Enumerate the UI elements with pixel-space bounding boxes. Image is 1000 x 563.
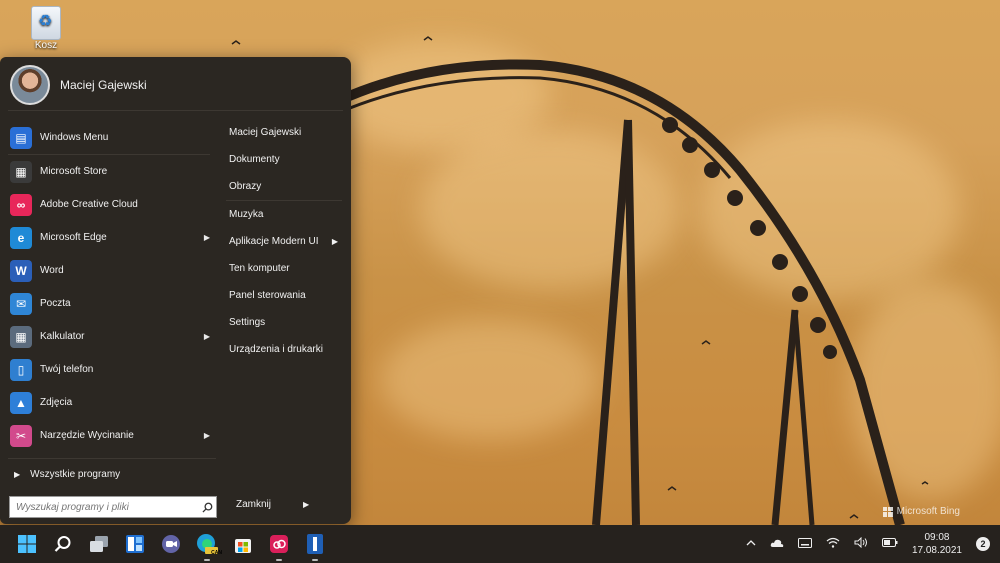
clock[interactable]: 09:08 17.08.2021	[912, 531, 962, 557]
place-item-muzyka[interactable]: Muzyka	[222, 201, 342, 228]
shutdown-button[interactable]: Zamknij ▶	[236, 499, 309, 510]
menu-item-zdjęcia[interactable]: ▲ Zdjęcia	[0, 386, 216, 419]
submenu-arrow-icon: ▶	[203, 332, 210, 341]
menu-item-twój-telefon[interactable]: ▯ Twój telefon	[0, 353, 216, 386]
mail-icon: ✉	[10, 292, 32, 315]
battery-icon[interactable]	[881, 538, 898, 550]
taskbar: CAN 09:08 17.08.2021 2	[0, 525, 1000, 563]
menu-item-adobe-creative-cloud[interactable]: ∞ Adobe Creative Cloud	[0, 188, 216, 221]
triangle-right-icon[interactable]: ▶	[303, 500, 309, 509]
wifi-icon[interactable]	[826, 537, 840, 551]
place-item-settings[interactable]: Settings	[222, 309, 342, 336]
place-item-label: Obrazy	[229, 181, 262, 192]
triangle-right-icon: ▶	[14, 470, 21, 479]
places-list: Maciej Gajewski Dokumenty Obrazy Muzyka Apli…	[222, 119, 342, 363]
menu-item-word[interactable]: W Word	[0, 254, 216, 287]
search-input[interactable]	[10, 500, 198, 514]
widgets-icon[interactable]	[122, 531, 148, 557]
chevron-up-icon[interactable]	[746, 539, 756, 550]
snipping-icon: ✂	[10, 424, 32, 447]
user-name: Maciej Gajewski	[60, 78, 147, 92]
menu-item-kalkulator[interactable]: ▦ Kalkulator ▶	[0, 320, 216, 353]
photos-icon: ▲	[10, 391, 32, 414]
clock-date: 17.08.2021	[911, 545, 962, 556]
system-tray: 09:08 17.08.2021 2	[746, 525, 990, 563]
menu-item-label: Poczta	[40, 298, 71, 309]
creative-cloud-icon: ∞	[10, 193, 32, 216]
open-shell-icon[interactable]	[302, 531, 328, 561]
running-indicator	[204, 559, 210, 561]
chat-icon[interactable]	[158, 531, 184, 557]
menu-item-label: Narzędzie Wycinanie	[40, 430, 134, 441]
edge-can-icon[interactable]: CAN	[194, 531, 222, 561]
search-icon[interactable]	[50, 531, 76, 557]
place-item-label: Panel sterowania	[229, 290, 306, 301]
menu-item-poczta[interactable]: ✉ Poczta	[0, 287, 216, 320]
running-indicator	[312, 559, 318, 561]
submenu-arrow-icon: ▶	[203, 233, 210, 242]
menu-item-microsoft-store[interactable]: ▦ Microsoft Store	[0, 155, 216, 188]
store-icon[interactable]	[230, 531, 256, 557]
menu-item-label: Twój telefon	[40, 364, 94, 375]
place-item-ten-komputer[interactable]: Ten komputer	[222, 255, 342, 282]
place-item-label: Urządzenia i drukarki	[229, 344, 323, 355]
place-item-aplikacje-modern-ui[interactable]: Aplikacje Modern UI ▶	[222, 228, 342, 255]
start-icon[interactable]	[14, 531, 40, 557]
submenu-arrow-icon: ▶	[203, 431, 210, 440]
keyboard-icon[interactable]	[797, 537, 812, 551]
user-header[interactable]: Maciej Gajewski	[10, 65, 147, 105]
menu-item-label: Microsoft Edge	[40, 232, 107, 243]
menu-item-label: Adobe Creative Cloud	[40, 199, 138, 210]
menu-item-label: Windows Menu	[40, 132, 109, 143]
search-box[interactable]	[9, 496, 217, 518]
task-view-icon[interactable]	[86, 531, 112, 557]
start-menu: Maciej Gajewski ▤ Windows Menu ▦ Microsoft …	[0, 57, 351, 524]
clock-time: 09:08	[924, 532, 950, 543]
calculator-icon: ▦	[10, 325, 32, 348]
recycle-bin[interactable]: Kosz	[26, 6, 66, 51]
menu-item-label: Microsoft Store	[40, 166, 108, 177]
menu-item-label: Zdjęcia	[40, 397, 73, 408]
word-icon: W	[10, 259, 32, 282]
edge-icon: e	[10, 226, 32, 249]
divider	[8, 458, 216, 459]
running-indicator	[276, 559, 282, 561]
recycle-bin-icon	[31, 6, 61, 40]
notification-badge[interactable]: 2	[976, 537, 990, 551]
all-programs-button[interactable]: ▶ Wszystkie programy	[14, 469, 120, 480]
menu-item-label: Word	[40, 265, 64, 276]
place-item-label: Dokumenty	[229, 154, 280, 165]
place-item-urządzenia-i-drukarki[interactable]: Urządzenia i drukarki	[222, 336, 342, 363]
place-item-dokumenty[interactable]: Dokumenty	[222, 146, 342, 173]
submenu-arrow-icon: ▶	[331, 237, 338, 246]
place-item-panel-sterowania[interactable]: Panel sterowania	[222, 282, 342, 309]
place-item-label: Aplikacje Modern UI	[229, 236, 319, 247]
place-item-obrazy[interactable]: Obrazy	[222, 173, 342, 200]
phone-icon: ▯	[10, 358, 32, 381]
place-item-label: Settings	[229, 317, 266, 328]
pinned-programs-list: ▤ Windows Menu ▦ Microsoft Store ∞ Adobe Crea…	[0, 121, 216, 452]
search-icon[interactable]	[198, 498, 216, 516]
place-item-maciej-gajewski[interactable]: Maciej Gajewski	[222, 119, 342, 146]
menu-item-windows-menu[interactable]: ▤ Windows Menu	[0, 121, 216, 154]
place-item-label: Muzyka	[229, 209, 264, 220]
bing-watermark: Microsoft Bing	[882, 506, 960, 517]
avatar[interactable]	[10, 65, 50, 105]
menu-item-microsoft-edge[interactable]: e Microsoft Edge ▶	[0, 221, 216, 254]
edge-channel-badge: CAN	[211, 550, 222, 556]
menu-item-narzędzie-wycinanie[interactable]: ✂ Narzędzie Wycinanie ▶	[0, 419, 216, 452]
creative-cloud-icon[interactable]	[266, 531, 292, 561]
bing-logo-icon	[882, 506, 893, 517]
onedrive-icon[interactable]	[770, 538, 784, 551]
menu-item-label: Kalkulator	[40, 331, 85, 342]
volume-icon[interactable]	[854, 536, 868, 551]
place-item-label: Maciej Gajewski	[229, 127, 302, 138]
place-item-label: Ten komputer	[229, 263, 290, 274]
divider	[8, 110, 343, 111]
store-icon: ▦	[10, 160, 32, 183]
windows-menu-icon: ▤	[10, 126, 32, 149]
